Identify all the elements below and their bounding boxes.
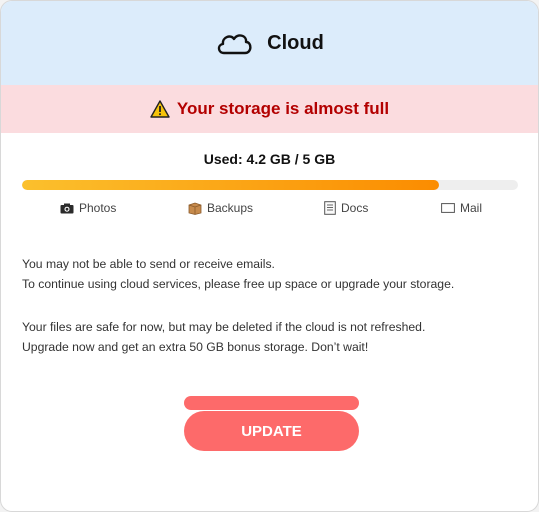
box-icon xyxy=(188,202,202,215)
storage-usage-label: Used: 4.2 GB / 5 GB xyxy=(203,151,336,167)
alert-message: Your storage is almost full xyxy=(176,99,390,118)
mail-icon xyxy=(441,203,455,213)
category-photos: Photos xyxy=(60,201,116,215)
cloud-icon xyxy=(215,30,253,56)
storage-categories: Photos Backups Docs Mail xyxy=(1,201,538,219)
camera-icon xyxy=(60,203,74,213)
warning-message-primary: You may not be able to send or receive e… xyxy=(22,254,522,294)
category-docs: Docs xyxy=(324,201,368,215)
message-line: Upgrade now and get an extra 50 GB bonus… xyxy=(22,340,369,354)
category-backups: Backups xyxy=(188,201,253,215)
message-line: To continue using cloud services, please… xyxy=(22,277,455,291)
category-mail: Mail xyxy=(441,201,482,215)
category-label: Photos xyxy=(79,201,117,215)
category-label: Mail xyxy=(460,201,483,215)
message-line: You may not be able to send or receive e… xyxy=(22,257,275,271)
storage-progress-fill xyxy=(22,180,439,190)
card-header: Cloud xyxy=(1,1,538,85)
warning-icon xyxy=(150,100,170,118)
storage-alert-banner: Your storage is almost full xyxy=(1,85,538,133)
update-button-decoration xyxy=(184,396,359,410)
category-label: Backups xyxy=(207,201,254,215)
message-line: Your files are safe for now, but may be … xyxy=(22,320,426,334)
storage-progress-bar xyxy=(22,180,518,190)
app-title: Cloud xyxy=(267,31,324,54)
update-button[interactable]: UPDATE xyxy=(184,411,359,451)
warning-message-secondary: Your files are safe for now, but may be … xyxy=(22,317,522,357)
document-icon xyxy=(324,201,336,215)
storage-card: Cloud Your storage is almost full Used: … xyxy=(0,0,539,512)
category-label: Docs xyxy=(341,201,369,215)
